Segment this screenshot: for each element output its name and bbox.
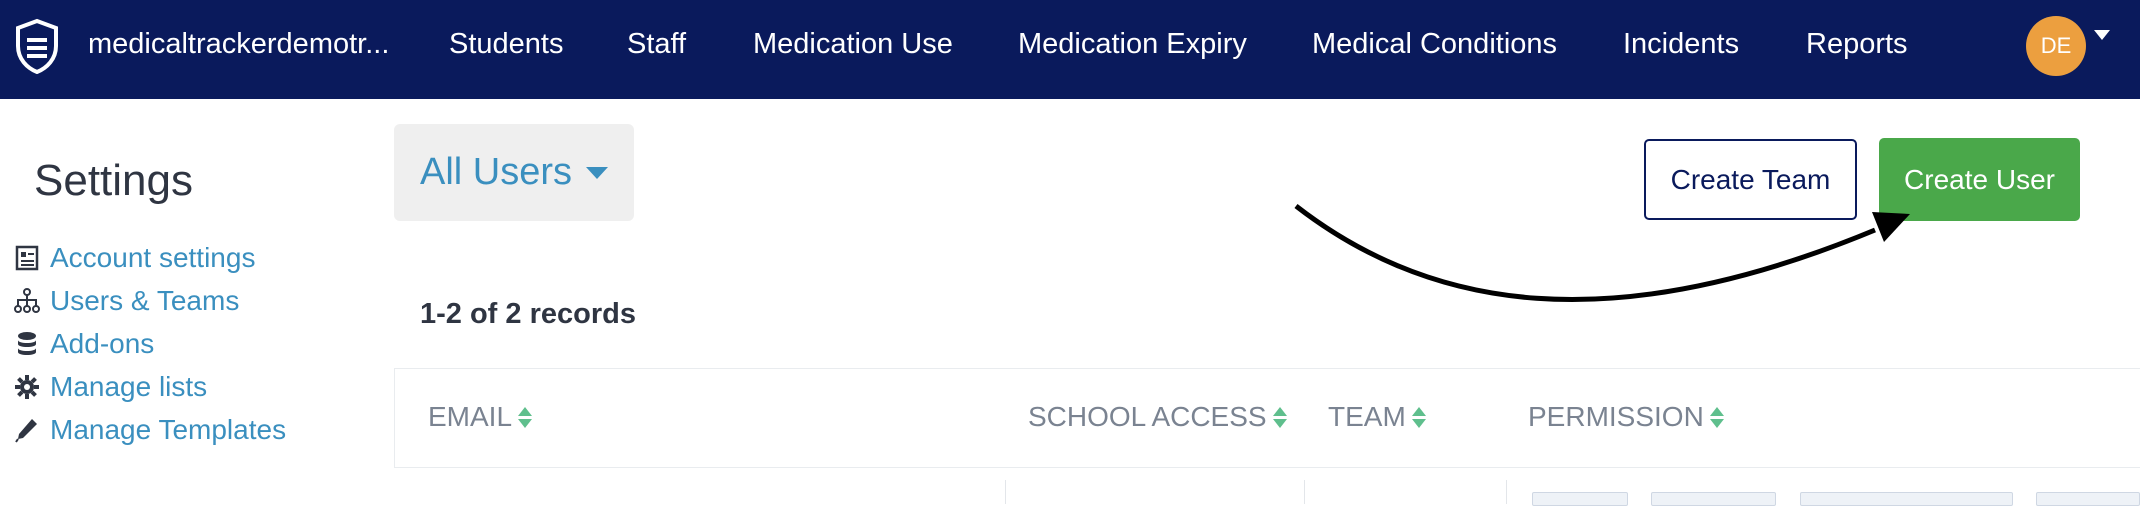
column-header-email[interactable]: EMAIL <box>428 401 533 433</box>
settings-title: Settings <box>34 156 193 205</box>
chevron-down-icon <box>586 166 609 179</box>
nav-medical-conditions[interactable]: Medical Conditions <box>1312 28 1557 61</box>
sidebar-item-add-ons[interactable]: Add-ons <box>14 327 154 361</box>
sidebar-item-label: Add-ons <box>50 328 155 359</box>
nav-staff[interactable]: Staff <box>627 28 686 61</box>
column-header-permission[interactable]: PERMISSION <box>1528 401 1724 433</box>
org-chart-icon <box>14 288 40 314</box>
nav-incidents[interactable]: Incidents <box>1623 28 1739 61</box>
table-header: EMAIL SCHOOL ACCESS TEAM PERMISSION <box>394 368 2140 468</box>
sort-icon <box>1411 406 1426 428</box>
sidebar-item-users-teams[interactable]: Users & Teams <box>14 284 239 318</box>
user-avatar[interactable]: DE <box>2026 16 2086 76</box>
pencil-icon <box>14 417 40 443</box>
filter-label: All Users <box>420 151 573 193</box>
table-column-divider <box>1506 480 1507 504</box>
sidebar-item-account-settings[interactable]: Account settings <box>14 241 255 275</box>
column-header-team[interactable]: TEAM <box>1328 401 1426 433</box>
table-column-divider <box>1304 480 1305 504</box>
shield-logo-icon[interactable] <box>14 18 60 74</box>
sidebar-item-label: Manage lists <box>50 371 208 402</box>
sidebar-item-manage-templates[interactable]: Manage Templates <box>14 413 286 447</box>
brand-name[interactable]: medicaltrackerdemotr... <box>88 28 389 61</box>
user-filter-dropdown[interactable]: All Users <box>394 124 634 221</box>
nav-medication-expiry[interactable]: Medication Expiry <box>1018 28 1247 61</box>
records-count: 1-2 of 2 records <box>420 298 636 330</box>
sort-icon <box>1709 406 1724 428</box>
top-navbar: medicaltrackerdemotr... Students Staff M… <box>0 0 2140 99</box>
sidebar-item-label: Users & Teams <box>50 285 240 316</box>
sidebar-item-label: Manage Templates <box>50 414 287 445</box>
database-icon <box>14 331 40 357</box>
sidebar-item-manage-lists[interactable]: Manage lists <box>14 370 207 404</box>
document-icon <box>14 245 40 271</box>
nav-medication-use[interactable]: Medication Use <box>753 28 953 61</box>
sort-icon <box>1272 406 1287 428</box>
sort-icon <box>518 406 533 428</box>
sidebar-item-label: Account settings <box>50 242 256 273</box>
gear-icon <box>14 374 40 400</box>
table-column-divider <box>1005 480 1006 504</box>
annotation-arrow-icon <box>1294 204 1910 302</box>
nav-students[interactable]: Students <box>449 28 563 61</box>
avatar-dropdown-caret-icon[interactable] <box>2094 30 2110 40</box>
nav-reports[interactable]: Reports <box>1806 28 1908 61</box>
column-header-school-access[interactable]: SCHOOL ACCESS <box>1028 401 1287 433</box>
